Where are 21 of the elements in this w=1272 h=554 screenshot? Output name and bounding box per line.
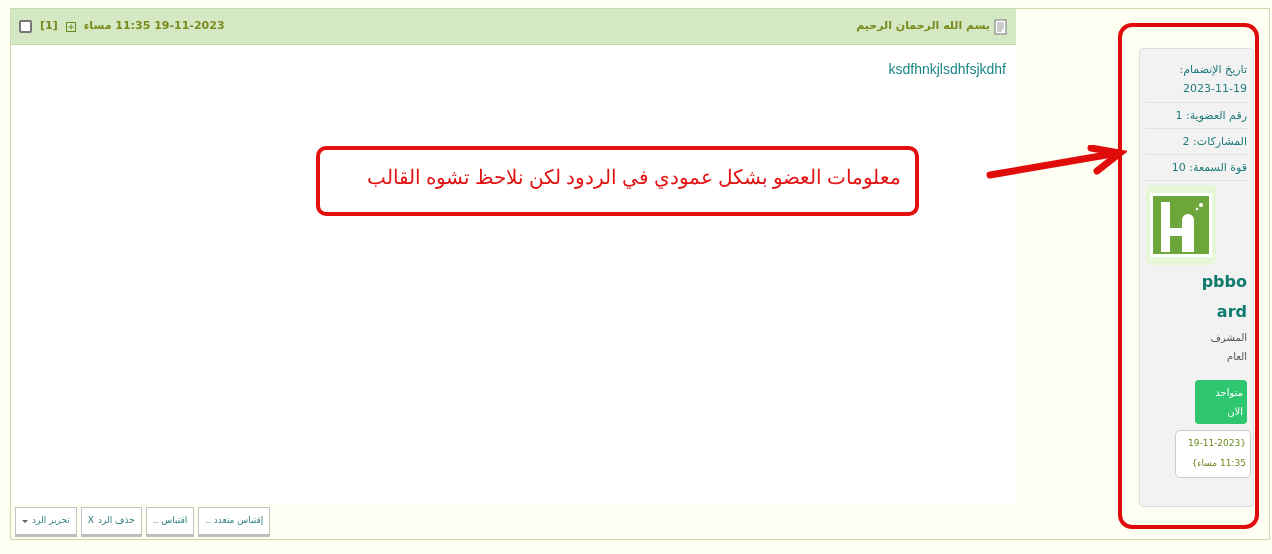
- callout-text: معلومات العضو بشكل عمودي في الردود لكن نلاحظ تشوه القالب: [367, 166, 901, 188]
- caret-icon: [22, 519, 28, 523]
- close-icon: X: [87, 514, 94, 528]
- post-text: ksdfhnkjlsdhfsjkdhf: [888, 61, 1006, 77]
- edit-dropdown-button[interactable]: تحرير الرد: [15, 507, 77, 537]
- expand-icon[interactable]: [65, 21, 76, 32]
- last-visit: {19-11-2023 11:35 مساء}: [1175, 430, 1251, 479]
- online-status: متواجد الان: [1195, 380, 1247, 425]
- quote-button[interactable]: اقتباس ..: [145, 507, 195, 537]
- member-stat: قوة السمعة: 10: [1170, 160, 1247, 176]
- username[interactable]: pbboard: [1199, 267, 1247, 327]
- post-date: 19-11-2023 11:35 مساء: [83, 18, 225, 35]
- post-title: بسم الله الرحمان الرحيم: [856, 18, 990, 35]
- member-stat: رقم العضوية: 1: [1174, 107, 1247, 124]
- post-number[interactable]: [1]: [40, 18, 58, 35]
- member-role: المشرف العام: [1209, 331, 1247, 365]
- member-stat: المشاركات: 2: [1181, 133, 1247, 150]
- document-icon: [994, 18, 1008, 35]
- quote-button[interactable]: إقتباس متعدد ..: [198, 507, 271, 537]
- select-checkbox[interactable]: [19, 20, 32, 33]
- avatar-logo-icon: [1150, 193, 1212, 258]
